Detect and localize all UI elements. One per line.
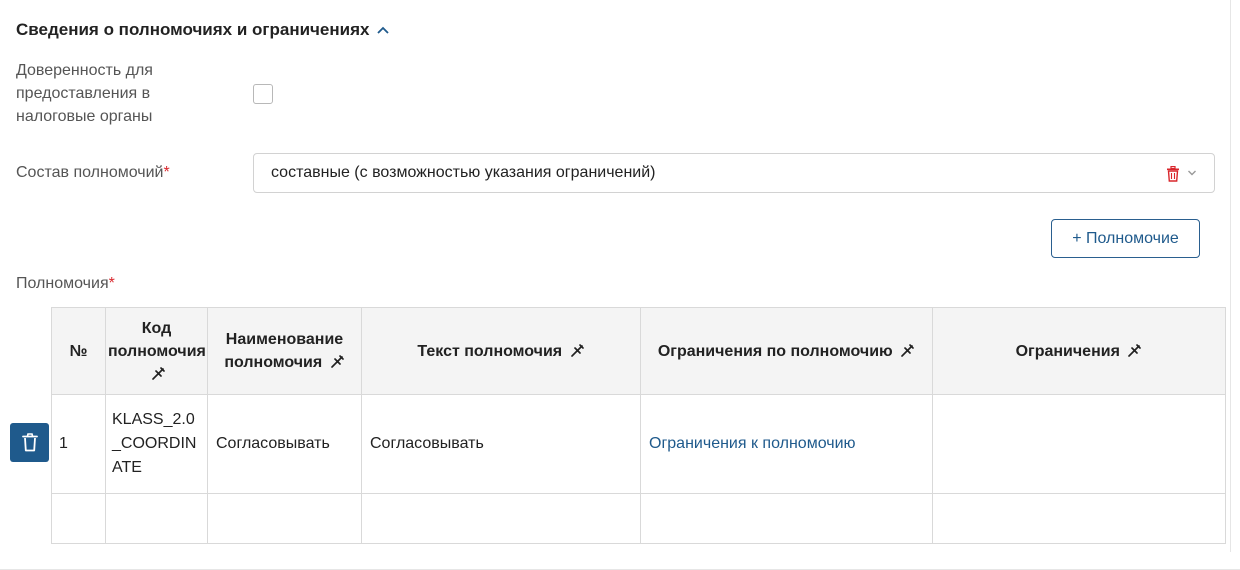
required-mark: * <box>108 275 115 292</box>
table-row-empty[interactable] <box>51 493 1226 544</box>
powers-label: Полномочия* <box>16 275 115 292</box>
cell-text <box>361 493 641 544</box>
pin-icon[interactable] <box>151 366 166 381</box>
cell-limits-by-power <box>640 493 933 544</box>
column-header-text[interactable]: Текст полномочия <box>361 307 641 395</box>
pin-icon[interactable] <box>330 354 345 369</box>
required-mark: * <box>163 164 170 181</box>
cell-code: KLASS_2.0_COORDINATE <box>105 394 208 494</box>
pin-icon[interactable] <box>1127 343 1142 358</box>
column-header-name[interactable]: Наименование полномочия <box>207 307 362 395</box>
tax-authority-checkbox[interactable] <box>253 84 273 104</box>
powers-table: № Код полномочия Наименование полномочия… <box>51 307 1226 544</box>
pin-icon[interactable] <box>900 343 915 358</box>
trash-icon <box>21 433 38 452</box>
powers-composition-label: Состав полномочий* <box>16 164 170 181</box>
cell-name <box>207 493 362 544</box>
delete-row-button[interactable] <box>10 423 49 462</box>
cell-code <box>105 493 208 544</box>
cell-limits <box>932 394 1226 494</box>
cell-number: 1 <box>51 394 106 494</box>
cell-limits <box>932 493 1226 544</box>
table-header-row: № Код полномочия Наименование полномочия… <box>51 307 1226 395</box>
section-title: Сведения о полномочиях и ограничениях <box>16 20 370 39</box>
trash-icon[interactable] <box>1166 166 1180 182</box>
pin-icon[interactable] <box>570 343 585 358</box>
right-divider <box>1230 0 1231 552</box>
tax-authority-label: Доверенность для предоставления в налого… <box>16 62 153 125</box>
limits-by-power-link[interactable]: Ограничения к полномочию <box>649 435 856 452</box>
powers-composition-select[interactable]: составные (с возможностью указания огран… <box>253 153 1215 193</box>
chevron-up-icon[interactable] <box>376 25 390 35</box>
column-header-code[interactable]: Код полномочия <box>105 307 208 395</box>
cell-text: Согласовывать <box>361 394 641 494</box>
section-header[interactable]: Сведения о полномочиях и ограничениях <box>16 20 390 40</box>
add-power-button[interactable]: + Полномочие <box>1051 219 1200 258</box>
cell-limits-by-power: Ограничения к полномочию <box>640 394 933 494</box>
column-header-number[interactable]: № <box>51 307 106 395</box>
column-header-limits-by-power[interactable]: Ограничения по полномочию <box>640 307 933 395</box>
cell-name: Согласовывать <box>207 394 362 494</box>
table-row[interactable]: 1 KLASS_2.0_COORDINATE Согласовывать Сог… <box>51 394 1226 494</box>
powers-composition-value: составные (с возможностью указания огран… <box>271 164 656 181</box>
chevron-down-icon[interactable] <box>1187 169 1197 177</box>
cell-number <box>51 493 106 544</box>
column-header-limits[interactable]: Ограничения <box>932 307 1226 395</box>
